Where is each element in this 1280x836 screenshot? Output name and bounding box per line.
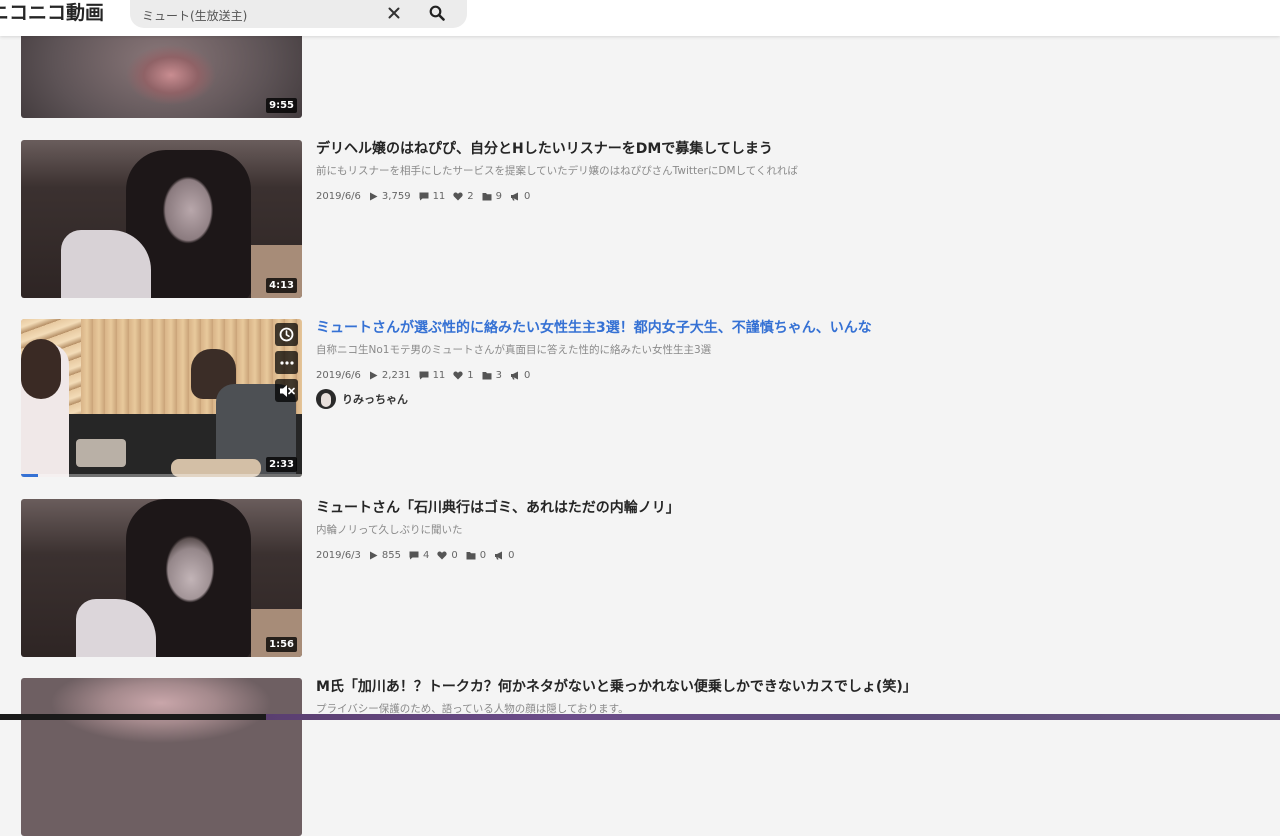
mylist-count: 3: [482, 370, 502, 381]
like-count: 0: [437, 550, 458, 561]
clock-icon: [279, 327, 294, 342]
thumbnail-image: [21, 499, 302, 657]
bottom-strip-accent: [266, 714, 1280, 720]
video-duration: 4:13: [266, 278, 297, 293]
comment-icon: [409, 551, 419, 560]
heart-icon: [453, 192, 463, 201]
video-thumbnail[interactable]: 2:33: [21, 319, 302, 477]
more-icon: [279, 360, 294, 365]
video-date: 2019/6/6: [316, 370, 361, 381]
video-thumbnail[interactable]: 1:56: [21, 499, 302, 657]
preview-progress-fill: [21, 474, 38, 477]
preview-progress-bar: [21, 474, 302, 477]
search-button[interactable]: [422, 0, 452, 26]
ad-count: 0: [510, 370, 530, 381]
video-title[interactable]: M氏「加川あ！？トークカ？何かネタがないと乗っかれない便乗しかできないカスでしょ…: [316, 678, 1196, 696]
video-title[interactable]: デリヘル嬢のはねぴぴ、自分とHしたいリスナーをDMで募集してしまう: [316, 140, 1196, 158]
close-icon: [388, 7, 400, 19]
comment-icon: [419, 371, 429, 380]
mute-button[interactable]: [275, 379, 298, 402]
site-logo[interactable]: ニコニコ動画: [0, 2, 104, 24]
video-description: 前にもリスナーを相手にしたサービスを提案していたデリ嬢のはねぴぴさんTwitte…: [316, 165, 798, 177]
video-thumbnail[interactable]: 4:13: [21, 140, 302, 298]
search-input[interactable]: [140, 4, 374, 26]
mylist-count: 9: [482, 191, 502, 202]
play-icon: [369, 371, 378, 380]
avatar: [316, 389, 336, 409]
video-owner[interactable]: りみっちゃん: [316, 389, 408, 409]
like-count: 2: [453, 191, 474, 202]
video-description: 内輪ノリって久しぶりに聞いた: [316, 524, 463, 536]
megaphone-icon: [495, 551, 503, 560]
view-count: 3,759: [369, 191, 411, 202]
video-stats: 2019/6/6 2,231 11 1 3 0: [316, 370, 538, 381]
video-date: 2019/6/3: [316, 550, 361, 561]
folder-icon: [466, 552, 476, 560]
video-stats: 2019/6/3 855 4 0 0 0: [316, 550, 523, 561]
search-box: [130, 0, 467, 28]
owner-name: りみっちゃん: [342, 393, 408, 406]
video-title[interactable]: ミュートさんが選ぶ性的に絡みたい女性生主3選！都内女子大生、不謹慎ちゃん、いんな: [316, 319, 1196, 337]
comment-count: 11: [419, 370, 445, 381]
site-header: ニコニコ動画: [0, 0, 1280, 36]
video-duration: 1:56: [266, 637, 297, 652]
video-thumbnail[interactable]: [21, 678, 302, 836]
heart-icon: [437, 551, 448, 560]
heart-icon: [453, 371, 463, 380]
video-duration: 2:33: [266, 457, 297, 472]
comment-icon: [419, 192, 429, 201]
search-icon: [429, 5, 445, 21]
video-title[interactable]: ミュートさん「石川典行はゴミ、あれはただの内輪ノリ」: [316, 499, 1196, 517]
mute-icon: [279, 384, 295, 397]
view-count: 2,231: [369, 370, 411, 381]
video-description: 自称ニコ生No1モテ男のミュートさんが真面目に答えた性的に絡みたい女性生主3選: [316, 344, 712, 356]
megaphone-icon: [511, 371, 519, 380]
comment-count: 11: [419, 191, 445, 202]
like-count: 1: [453, 370, 474, 381]
view-count: 855: [369, 550, 401, 561]
megaphone-icon: [511, 192, 519, 201]
mylist-count: 0: [466, 550, 486, 561]
thumbnail-image: [21, 319, 302, 477]
thumbnail-image: [21, 140, 302, 298]
watch-later-button[interactable]: [275, 323, 298, 346]
play-icon: [369, 551, 378, 560]
video-stats: 2019/6/6 3,759 11 2 9 0: [316, 191, 538, 202]
ad-count: 0: [494, 550, 515, 561]
play-icon: [369, 192, 378, 201]
folder-icon: [482, 372, 492, 380]
folder-icon: [482, 193, 492, 201]
ad-count: 0: [510, 191, 530, 202]
video-date: 2019/6/6: [316, 191, 361, 202]
more-options-button[interactable]: [275, 351, 298, 374]
thumbnail-image: [21, 678, 302, 836]
video-duration: 9:55: [266, 98, 297, 113]
comment-count: 4: [409, 550, 429, 561]
clear-search-button[interactable]: [382, 0, 406, 26]
